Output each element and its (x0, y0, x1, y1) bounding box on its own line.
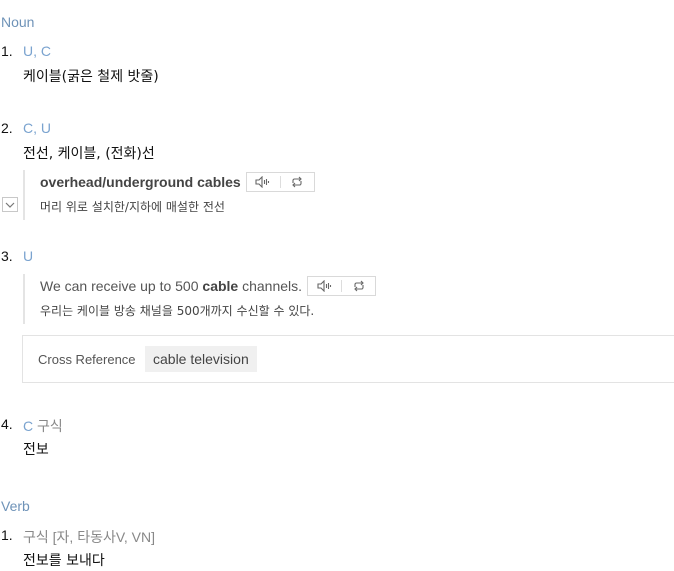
speaker-icon[interactable] (308, 277, 341, 295)
cross-reference-box: Cross Reference cable television (22, 335, 674, 383)
example-block: overhead/underground cables 머리 위로 설치한/지하… (23, 170, 315, 220)
sense-number: 1. (1, 527, 13, 543)
cross-reference-label: Cross Reference (38, 352, 136, 367)
grammar-label: U, C (23, 43, 51, 59)
speaker-icon[interactable] (247, 173, 280, 191)
sense-definition: 전보 (23, 442, 49, 458)
example-text-post: channels. (238, 278, 303, 294)
sense-number: 2. (1, 120, 13, 136)
sense-number: 4. (1, 416, 13, 432)
example-english: We can receive up to 500 cable channels. (40, 276, 377, 296)
repeat-icon[interactable] (281, 173, 314, 191)
example-english: overhead/underground cables (40, 172, 315, 192)
pos-label-noun: Noun (1, 14, 35, 30)
example-highlight: cable (202, 278, 239, 294)
sense-definition: 전선, 케이블, (전화)선 (23, 146, 155, 162)
cross-reference-link[interactable]: cable television (145, 346, 257, 372)
sense-definition: 전보를 보내다 (23, 553, 105, 569)
pos-label-verb: Verb (1, 498, 30, 514)
audio-controls (307, 276, 377, 296)
example-text-pre: We can receive up to 500 (40, 278, 203, 294)
audio-controls (245, 172, 315, 192)
grammar-label: 구식 [자, 타동사V, VN] (23, 529, 156, 545)
usage-label: 구식 (37, 418, 63, 434)
example-korean: 머리 위로 설치한/지하에 매설한 전선 (40, 200, 225, 214)
example-highlight: overhead/underground cables (40, 174, 241, 190)
grammar-label: U (23, 248, 34, 264)
repeat-icon[interactable] (342, 277, 375, 295)
example-block: We can receive up to 500 cable channels.… (23, 274, 377, 324)
grammar-code: C (23, 418, 34, 434)
example-korean: 우리는 케이블 방송 채널을 500개까지 수신할 수 있다. (40, 304, 315, 318)
sense-number: 3. (1, 248, 13, 264)
chevron-down-icon[interactable] (2, 197, 18, 212)
grammar-label: C 구식 (23, 416, 63, 436)
sense-definition: 케이블(굵은 철제 밧줄) (23, 69, 159, 85)
grammar-label: C, U (23, 120, 51, 136)
sense-number: 1. (1, 43, 13, 59)
